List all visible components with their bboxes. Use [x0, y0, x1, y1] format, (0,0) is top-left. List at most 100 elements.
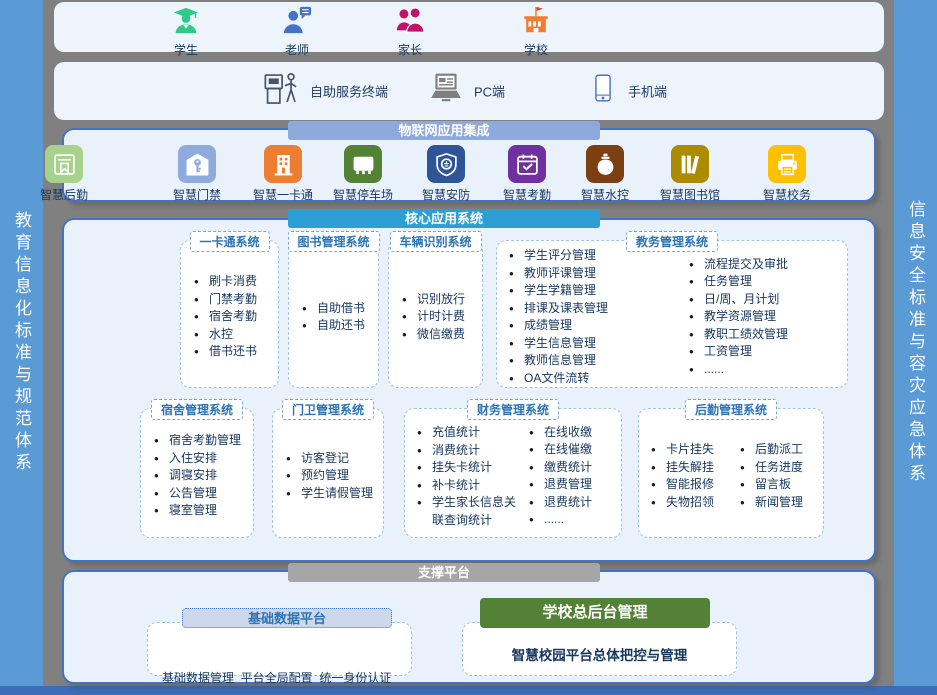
feature-list: 刷卡消费门禁考勤宿舍考勤水控借书还书 — [194, 273, 257, 361]
left-standards-banner: 教育信息化标准与规范体系 — [0, 0, 43, 686]
iot-item-door-access: 智慧门禁 — [173, 145, 221, 203]
feature-list: 在线收缴在线催缴缴费统计退费管理退费统计...... — [529, 424, 592, 529]
list-item: 教师信息管理 — [509, 352, 617, 370]
iot-section-title: 物联网应用集成 — [288, 121, 600, 140]
list-item: 学生信息管理 — [509, 335, 617, 353]
system-card-title: 教务管理系统 — [626, 231, 718, 252]
list-item: 任务管理 — [689, 273, 788, 291]
list-item: 自助还书 — [302, 317, 365, 335]
system-card-body: 识别放行计时计费微信缴费 — [389, 241, 482, 387]
security-icon — [427, 145, 465, 183]
feature-list: 流程提交及审批任务管理日/周、月计划教学资源管理教职工绩效管理工资管理.....… — [689, 256, 788, 379]
list-item: 刷卡消费 — [194, 273, 257, 291]
iot-item-library: 智慧图书馆 — [660, 145, 720, 203]
user-label: 老师 — [285, 41, 309, 58]
list-item: 访客登记 — [286, 450, 373, 468]
core-systems-row-1: 一卡通系统刷卡消费门禁考勤宿舍考勤水控借书还书图书管理系统自助借书自助还书车辆识… — [64, 240, 874, 388]
system-card-title: 图书管理系统 — [287, 231, 379, 252]
list-item: 微信缴费 — [402, 326, 465, 344]
system-card-title: 宿舍管理系统 — [151, 399, 243, 420]
list-item: 学生请假管理 — [286, 485, 373, 503]
terminal-group-phone: 手机端 — [588, 74, 667, 109]
terminal-label: 手机端 — [628, 82, 667, 101]
terminal-group-pc: PC端 — [428, 71, 505, 112]
iot-label: 智慧一卡通 — [253, 186, 313, 203]
list-item: 退费管理 — [529, 476, 592, 494]
list-item: 充值统计 — [417, 424, 519, 442]
list-item: 借书还书 — [194, 343, 257, 361]
list-item: 新闻管理 — [740, 494, 803, 512]
user-group-teacher: 老师 — [282, 5, 312, 58]
system-card-body: 访客登记预约管理学生请假管理 — [273, 409, 383, 537]
student-icon — [171, 5, 201, 40]
support-section-title: 支撑平台 — [288, 563, 600, 582]
list-item: 消费统计 — [417, 442, 519, 460]
system-card-title: 一卡通系统 — [189, 231, 269, 252]
list-item: 学生学籍管理 — [509, 282, 617, 300]
list-item: 日/周、月计划 — [689, 291, 788, 309]
user-group-school: 学校 — [521, 5, 551, 58]
phone-icon — [588, 74, 618, 109]
library-icon — [671, 145, 709, 183]
system-card-body: 充值统计消费统计挂失卡统计补卡统计学生家长信息关联查询统计在线收缴在线催缴缴费统… — [405, 409, 621, 537]
list-item: 入住安排 — [154, 450, 241, 468]
user-label: 学校 — [524, 41, 548, 58]
system-card: 宿舍管理系统宿舍考勤管理入住安排调寝安排公告管理寝室管理 — [140, 408, 254, 538]
teacher-icon — [282, 5, 312, 40]
list-item: 识别放行 — [402, 291, 465, 309]
system-card-title: 车辆识别系统 — [389, 231, 481, 252]
parent-icon — [395, 5, 425, 40]
list-item: 退费统计 — [529, 494, 592, 512]
user-label: 学生 — [174, 41, 198, 58]
list-item: 自助借书 — [302, 300, 365, 318]
list-item: 补卡统计 — [417, 477, 519, 495]
list-item: 宿舍考勤管理 — [154, 432, 241, 450]
list-item: 计时计费 — [402, 308, 465, 326]
iot-item-one-card: 智慧一卡通 — [253, 145, 313, 203]
user-group-student: 学生 — [171, 5, 201, 58]
feature-list: 后勤派工任务进度留言板新闻管理 — [740, 441, 803, 511]
list-item: 教学资源管理 — [689, 308, 788, 326]
core-systems-panel: 核心应用系统 一卡通系统刷卡消费门禁考勤宿舍考勤水控借书还书图书管理系统自助借书… — [62, 218, 876, 562]
school-affairs-icon — [768, 145, 806, 183]
left-banner-text: 教育信息化标准与规范体系 — [9, 211, 34, 475]
system-card-body: 卡片挂失挂失解挂智能报修失物招领后勤派工任务进度留言板新闻管理 — [639, 409, 823, 537]
school-admin-description: 智慧校园平台总体把控与管理 — [463, 623, 736, 675]
kiosk-icon — [262, 70, 300, 113]
list-item: 在线催缴 — [529, 441, 592, 459]
iot-label: 智慧安防 — [422, 186, 470, 203]
list-item: 留言板 — [740, 476, 803, 494]
door-access-icon — [178, 145, 216, 183]
iot-label: 智慧水控 — [581, 186, 629, 203]
iot-item-security: 智慧安防 — [422, 145, 470, 203]
list-item: 调寝安排 — [154, 467, 241, 485]
list-item: ...... — [689, 361, 788, 379]
smart-campus-architecture-diagram: 教育信息化标准与规范体系 信息安全标准与容灾应急体系 学生老师家长学校 自助服务… — [0, 0, 937, 695]
list-item: OA文件流转 — [509, 370, 617, 388]
list-item: 预约管理 — [286, 467, 373, 485]
system-card: 教务管理系统学生评分管理教师评课管理学生学籍管理排课及课表管理成绩管理学生信息管… — [496, 240, 848, 388]
list-item: 失物招领 — [651, 494, 714, 512]
school-admin-card: 智慧校园平台总体把控与管理 — [462, 622, 737, 676]
list-item: ...... — [529, 511, 592, 529]
list-item: 学生评分管理 — [509, 247, 617, 265]
right-banner-text: 信息安全标准与容灾应急体系 — [903, 200, 928, 486]
iot-item-school-affairs: 智慧校务 — [763, 145, 811, 203]
base-data-platform-title: 基础数据平台 — [182, 608, 392, 628]
system-card-body: 学生评分管理教师评课管理学生学籍管理排课及课表管理成绩管理学生信息管理教师信息管… — [497, 241, 847, 387]
feature-list: 卡片挂失挂失解挂智能报修失物招领 — [651, 441, 714, 511]
list-item: 门禁考勤 — [194, 291, 257, 309]
attendance-icon — [508, 145, 546, 183]
iot-panel: 物联网应用集成 智慧门禁智慧一卡通智慧停车场智慧安防智慧考勤智慧水控智慧图书馆智… — [62, 128, 876, 202]
feature-list: 识别放行计时计费微信缴费 — [402, 291, 465, 344]
list-item: 教师评课管理 — [509, 265, 617, 283]
list-item: 任务进度 — [740, 459, 803, 477]
pc-icon — [428, 71, 464, 112]
users-panel: 学生老师家长学校 — [54, 2, 884, 52]
system-card: 门卫管理系统访客登记预约管理学生请假管理 — [272, 408, 384, 538]
iot-item-logistics: 智慧后勤 — [40, 145, 88, 203]
iot-item-parking: 智慧停车场 — [333, 145, 393, 203]
iot-label: 智慧考勤 — [503, 186, 551, 203]
feature-list: 充值统计消费统计挂失卡统计补卡统计学生家长信息关联查询统计 — [417, 424, 519, 528]
system-card: 图书管理系统自助借书自助还书 — [288, 240, 379, 388]
